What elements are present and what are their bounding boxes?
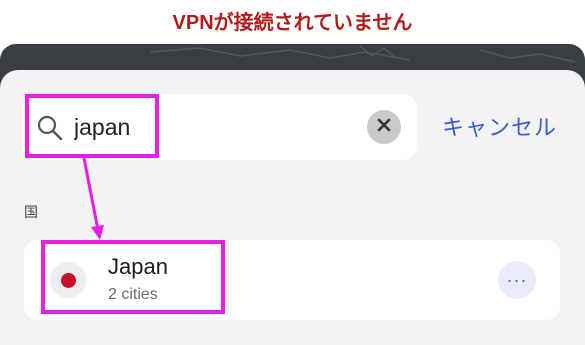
country-cities-count: 2 cities xyxy=(108,286,158,303)
country-name: Japan xyxy=(108,254,168,279)
cancel-button[interactable]: キャンセル xyxy=(442,110,557,142)
close-icon xyxy=(376,117,392,138)
japan-flag-icon xyxy=(50,262,86,298)
flag-red-circle xyxy=(60,272,76,288)
app-screen: VPNが接続されていません japan キャンセル 国 Japan 2 citi… xyxy=(0,0,585,345)
search-input[interactable] xyxy=(74,110,354,144)
more-options-icon: ··· xyxy=(506,270,528,290)
clear-search-button[interactable] xyxy=(367,110,401,144)
search-icon xyxy=(36,114,64,142)
section-label-countries: 国 xyxy=(24,204,38,220)
more-options-button[interactable]: ··· xyxy=(498,261,536,299)
country-row-japan[interactable]: Japan 2 cities ··· xyxy=(24,240,560,320)
search-box[interactable] xyxy=(22,94,417,160)
vpn-status-banner: VPNが接続されていません xyxy=(0,0,585,40)
search-sheet: キャンセル 国 Japan 2 cities ··· xyxy=(0,70,585,345)
